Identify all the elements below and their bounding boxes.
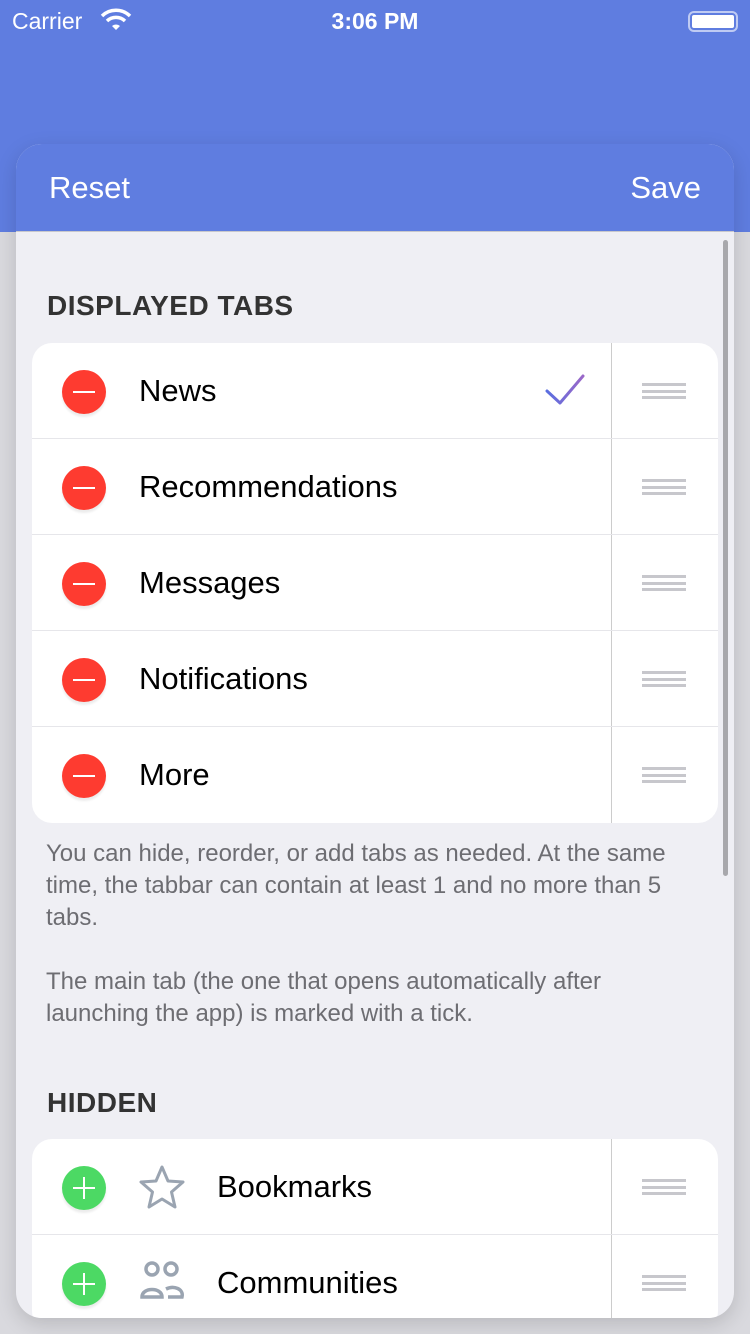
status-bar: Carrier 3:06 PM — [0, 0, 750, 40]
tab-label: Notifications — [139, 661, 308, 696]
list-item[interactable]: Recommendations — [32, 439, 718, 535]
remove-button[interactable] — [62, 466, 106, 510]
clock: 3:06 PM — [331, 8, 419, 34]
tab-label: Communities — [217, 1265, 398, 1300]
tab-label: Messages — [139, 565, 281, 600]
tab-label: Bookmarks — [217, 1169, 373, 1204]
drag-handle-icon[interactable] — [642, 1275, 686, 1291]
footer-note-main-tab: The main tab (the one that opens automat… — [46, 968, 601, 1027]
list-item[interactable]: Messages — [32, 535, 718, 631]
save-button[interactable]: Save — [630, 170, 701, 206]
footer-note-limits: You can hide, reorder, or add tabs as ne… — [46, 840, 666, 931]
drag-handle-icon[interactable] — [642, 383, 686, 399]
remove-button[interactable] — [62, 754, 106, 798]
tab-label: Recommendations — [139, 469, 398, 504]
tab-label: News — [139, 373, 217, 408]
tab-label: More — [139, 757, 210, 792]
people-icon — [140, 1261, 184, 1299]
star-icon — [139, 1165, 185, 1209]
list-item[interactable]: Notifications — [32, 631, 718, 727]
remove-button[interactable] — [62, 658, 106, 702]
list-item[interactable]: News — [32, 343, 718, 439]
list-item[interactable]: Communities — [32, 1235, 718, 1318]
remove-button[interactable] — [62, 370, 106, 414]
drag-handle-icon[interactable] — [642, 575, 686, 591]
list-item[interactable]: Bookmarks — [32, 1139, 718, 1235]
edit-tabs-sheet: Reset Save DISPLAYED TABS News Recommend… — [16, 144, 734, 1318]
drag-handle-icon[interactable] — [642, 1179, 686, 1195]
battery-icon — [688, 11, 738, 32]
add-button[interactable] — [62, 1262, 106, 1306]
add-button[interactable] — [62, 1166, 106, 1210]
remove-button[interactable] — [62, 562, 106, 606]
hidden-tabs-list: Bookmarks Communities — [32, 1139, 718, 1318]
checkmark-icon — [545, 374, 585, 405]
reset-button[interactable]: Reset — [49, 170, 130, 206]
scrollbar[interactable] — [723, 240, 728, 876]
drag-handle-icon[interactable] — [642, 767, 686, 783]
list-item[interactable]: More — [32, 727, 718, 823]
sheet-nav-bar: Reset Save — [16, 144, 734, 232]
drag-handle-icon[interactable] — [642, 671, 686, 687]
drag-handle-icon[interactable] — [642, 479, 686, 495]
displayed-tabs-list: News Recommendations Messages Notificati… — [32, 343, 718, 823]
section-header-displayed: DISPLAYED TABS — [47, 290, 294, 321]
section-header-hidden: HIDDEN — [47, 1087, 158, 1118]
